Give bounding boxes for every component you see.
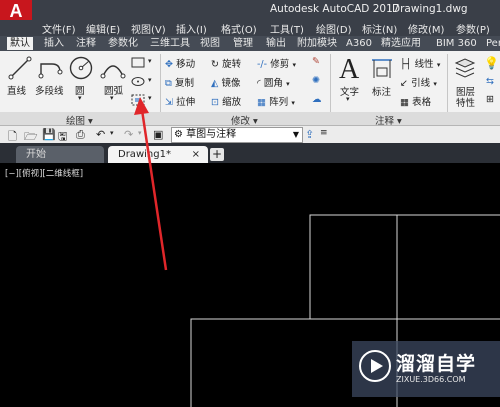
watermark-url: ZIXUE.3D66.COM bbox=[396, 375, 466, 384]
play-logo-icon bbox=[359, 350, 391, 382]
watermark: 溜溜自学 ZIXUE.3D66.COM bbox=[352, 341, 500, 397]
watermark-brand: 溜溜自学 bbox=[396, 353, 477, 375]
